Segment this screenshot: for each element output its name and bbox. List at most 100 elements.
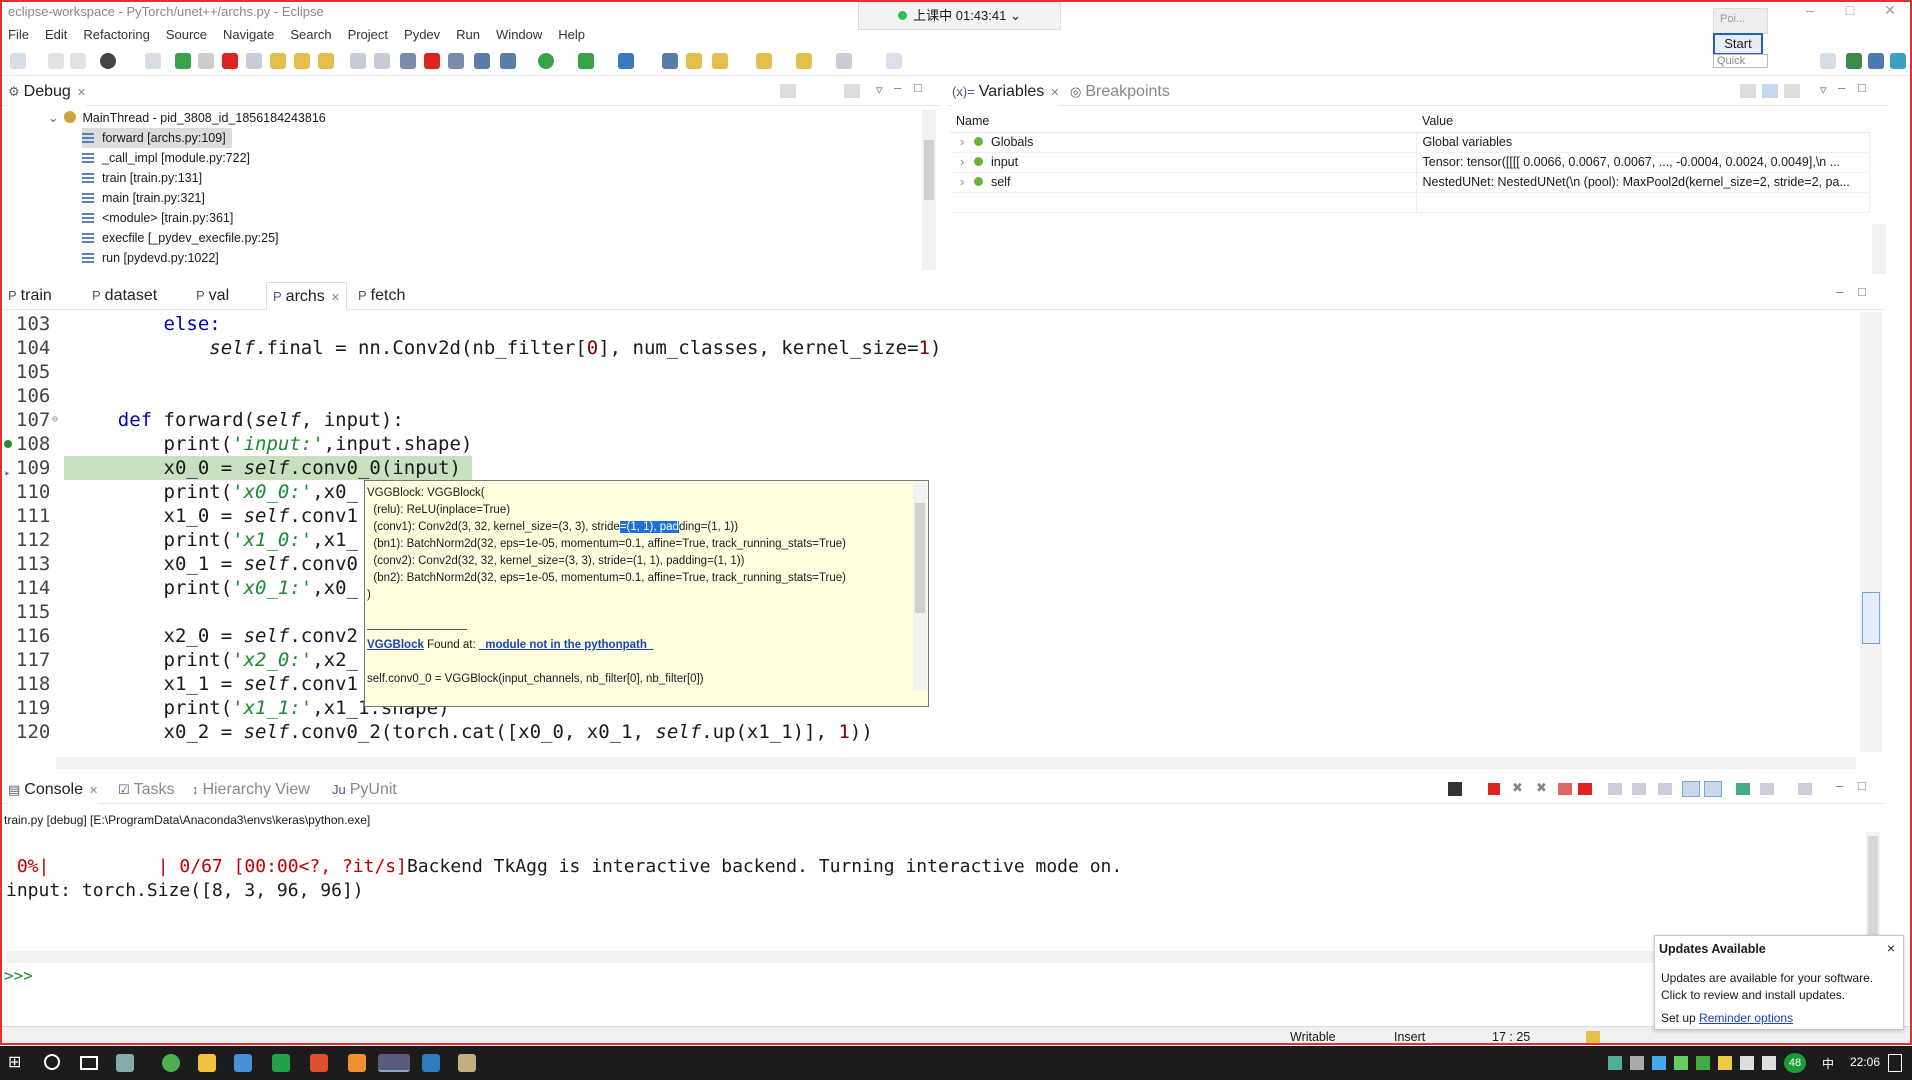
console-output[interactable]: 0%| | 0/67 [00:00<?, ?it/s]Backend TkAgg… — [6, 855, 1122, 903]
breakpoint-icon[interactable] — [4, 440, 12, 448]
expand-icon[interactable]: › — [960, 155, 964, 169]
tray-icon[interactable] — [1718, 1056, 1732, 1070]
layout-icon[interactable] — [1784, 84, 1800, 98]
hover-scrollbar[interactable] — [913, 483, 927, 691]
open-console-icon[interactable] — [1760, 783, 1774, 795]
minimize-view-icon[interactable]: – — [1838, 80, 1845, 95]
tray-icon[interactable] — [1696, 1056, 1710, 1070]
variable-row[interactable]: › self NestedUNet: NestedUNet(\n (pool): M… — [950, 172, 1870, 193]
show-out-icon[interactable] — [1658, 783, 1672, 795]
terminate-icon[interactable] — [1488, 783, 1500, 795]
dropdown-icon[interactable]: ▿ — [1820, 82, 1827, 98]
close-icon[interactable]: × — [1887, 940, 1895, 956]
tab-breakpoints[interactable]: ◎ Breakpoints — [1070, 78, 1170, 106]
tab-console[interactable]: ▤ Console ✕ — [8, 776, 99, 804]
disconnect-icon[interactable] — [246, 53, 262, 69]
clear-icon[interactable] — [1558, 783, 1572, 795]
minimize-view-icon[interactable]: – — [894, 80, 901, 95]
menu-window[interactable]: Window — [496, 24, 542, 46]
console-hscrollbar[interactable] — [6, 951, 1866, 963]
stack-frame-row[interactable]: _call_impl [module.py:722] — [82, 148, 250, 168]
stack-frame-row[interactable]: execfile [_pydev_execfile.py:25] — [82, 228, 279, 248]
close-icon[interactable]: ✕ — [1870, 2, 1910, 19]
tray-icon[interactable] — [1762, 1056, 1776, 1070]
menu-source[interactable]: Source — [166, 24, 207, 46]
minimize-icon[interactable]: – — [1790, 2, 1830, 18]
resume-icon[interactable] — [175, 53, 191, 69]
tab-archs[interactable]: Parchs ✕ — [266, 282, 348, 310]
column-value[interactable]: Value — [1416, 110, 1870, 133]
tab-val[interactable]: Pval — [196, 282, 229, 310]
remove-terminated-icon[interactable] — [780, 84, 796, 98]
menu-refactoring[interactable]: Refactoring — [83, 24, 149, 46]
coverage-icon[interactable] — [578, 53, 594, 69]
file-explorer-icon[interactable] — [198, 1054, 216, 1072]
status-icon[interactable] — [1586, 1031, 1600, 1043]
search-icon[interactable] — [44, 1054, 60, 1070]
tab-debug[interactable]: ⚙ Debug ✕ — [8, 78, 87, 106]
close-tab-icon[interactable]: ✕ — [89, 785, 98, 797]
stack-frame-row[interactable]: run [pydevd.py:1022] — [82, 248, 219, 268]
expand-icon[interactable]: › — [960, 175, 964, 189]
debug-perspective-icon[interactable] — [1868, 53, 1884, 69]
show-type-icon[interactable] — [1740, 84, 1756, 98]
new-icon[interactable] — [10, 53, 26, 69]
debug-tool-icon-2[interactable] — [374, 53, 390, 69]
stack-frame-row[interactable]: main [train.py:321] — [82, 188, 205, 208]
collapse-all-icon[interactable] — [1762, 84, 1778, 98]
console-scroll-thumb[interactable] — [1868, 836, 1878, 936]
tab-tasks[interactable]: ☑ Tasks — [118, 776, 175, 804]
maximize-editor-icon[interactable]: □ — [1858, 284, 1866, 299]
menu-navigate[interactable]: Navigate — [223, 24, 274, 46]
eclipse-icon[interactable] — [378, 1054, 410, 1072]
thread-row[interactable]: ⌄ MainThread - pid_3808_id_1856184243816 — [48, 108, 326, 128]
app-icon[interactable] — [422, 1054, 440, 1072]
scroll-lock-icon[interactable] — [1608, 783, 1622, 795]
open-perspective-icon[interactable] — [1820, 53, 1836, 69]
taskbar-app-icon[interactable] — [116, 1054, 134, 1072]
editor-overview-ruler[interactable] — [1860, 312, 1882, 752]
package-icon[interactable] — [474, 53, 490, 69]
menu-edit[interactable]: Edit — [45, 24, 67, 46]
word-wrap-icon[interactable] — [1632, 783, 1646, 795]
menu-file[interactable]: File — [8, 24, 29, 46]
tab-train[interactable]: Ptrain — [8, 282, 52, 310]
view-menu-icon[interactable] — [844, 84, 860, 98]
java-perspective-icon[interactable] — [1890, 53, 1906, 69]
console-vscrollbar[interactable] — [1866, 832, 1880, 952]
tray-icon[interactable] — [1740, 1056, 1754, 1070]
console-select-icon[interactable] — [1448, 782, 1462, 796]
maximize-view-icon[interactable]: □ — [1858, 778, 1866, 793]
minimize-editor-icon[interactable]: – — [1836, 284, 1843, 299]
close-tab-icon[interactable]: ✕ — [1050, 87, 1059, 99]
tab-pyunit[interactable]: Ju PyUnit — [332, 776, 397, 804]
save-all-icon[interactable] — [70, 53, 86, 69]
column-name[interactable]: Name — [950, 110, 1416, 133]
tray-icon[interactable] — [1674, 1056, 1688, 1070]
hover-scroll-thumb[interactable] — [915, 503, 925, 613]
pycharm-icon[interactable] — [272, 1054, 290, 1072]
debug-tool-icon[interactable] — [350, 53, 366, 69]
annotation-icon[interactable] — [756, 53, 772, 69]
office-icon[interactable] — [310, 1054, 328, 1072]
run-icon[interactable] — [538, 53, 554, 69]
close-tab-icon[interactable]: ✕ — [77, 87, 86, 99]
display-console-icon[interactable] — [1736, 783, 1750, 795]
debug-scroll-thumb[interactable] — [924, 140, 934, 200]
quick-access-field[interactable]: Quick Access — [1713, 54, 1768, 68]
skip-breakpoints-icon[interactable] — [145, 53, 161, 69]
clear-all-icon[interactable] — [1578, 783, 1592, 795]
tray-icon[interactable] — [1652, 1056, 1666, 1070]
collapse-icon[interactable]: ⌄ — [48, 111, 58, 125]
save-icon[interactable] — [48, 53, 64, 69]
dropdown-icon[interactable]: ▿ — [876, 82, 883, 98]
tool-icon[interactable] — [448, 53, 464, 69]
menu-search[interactable]: Search — [290, 24, 331, 46]
maximize-icon[interactable]: □ — [1830, 2, 1870, 18]
code-view[interactable]: 103 else: 104 self.final = nn.Conv2d(nb_… — [0, 312, 1860, 757]
maximize-view-icon[interactable]: □ — [914, 80, 922, 95]
editor-hscrollbar[interactable] — [56, 757, 1856, 769]
debug-scrollbar[interactable] — [922, 110, 936, 270]
fold-icon[interactable]: ⊖ — [52, 408, 58, 432]
start-button[interactable]: Start — [1713, 33, 1763, 55]
